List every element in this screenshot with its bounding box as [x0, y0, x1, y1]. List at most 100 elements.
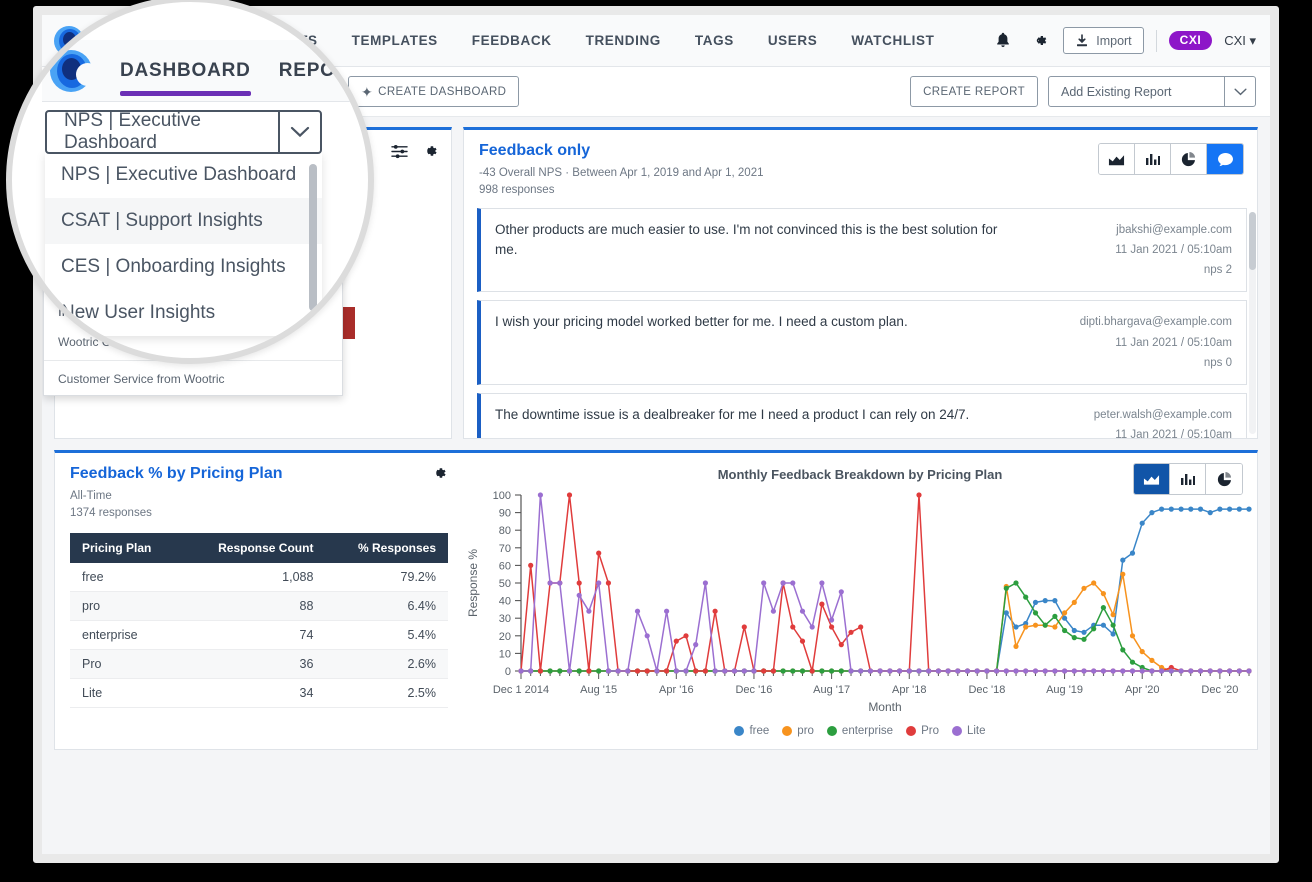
pricing-card-responses: 1374 responses [70, 507, 152, 520]
magnifier-lens: DASHBOARD REPO NPS | Executive Dashboard… [6, 0, 374, 364]
pricing-card-period: All-Time [70, 490, 112, 502]
chevron-down-icon[interactable] [1224, 77, 1255, 106]
svg-text:Response %: Response % [466, 549, 480, 617]
feedback-item-date: 11 Jan 2021 / 05:10am [1115, 336, 1232, 349]
dropdown-item-customer-service-wootric[interactable]: Customer Service from Wootric [44, 365, 342, 393]
feedback-list-item[interactable]: I wish your pricing model worked better … [477, 300, 1247, 385]
lens-nav-tab-dashboard[interactable]: DASHBOARD [120, 40, 251, 102]
bar-chart-icon[interactable] [1135, 144, 1171, 174]
lens-dropdown-item-nps-executive[interactable]: NPS | Executive Dashboard [45, 152, 322, 198]
feedback-item-email: peter.walsh@example.com [1093, 408, 1232, 421]
nps-card-tools [391, 143, 438, 159]
gear-icon[interactable] [422, 143, 438, 159]
nav-tab-tags[interactable]: TAGS [678, 15, 751, 67]
import-download-icon [1077, 33, 1088, 46]
col-pct-responses: % Responses [325, 532, 448, 563]
create-dashboard-button[interactable]: ✦ CREATE DASHBOARD [348, 76, 520, 107]
svg-text:Month: Month [868, 700, 901, 714]
legend-item-free[interactable]: free [734, 725, 769, 737]
nav-tab-watchlist[interactable]: WATCHLIST [834, 15, 951, 67]
table-row: pro 88 6.4% [70, 591, 448, 621]
svg-text:Apr '16: Apr '16 [659, 684, 694, 696]
lens-dropdown-item-ces-onboarding[interactable]: CES | Onboarding Insights [45, 244, 322, 290]
bell-icon[interactable] [991, 29, 1015, 53]
create-dashboard-label: CREATE DASHBOARD [378, 85, 507, 98]
feedback-item-email: dipti.bhargava@example.com [1079, 316, 1232, 329]
pricing-plan-card: Feedback % by Pricing Plan All-Time 1374… [54, 450, 1258, 750]
monthly-feedback-line-chart: 0 10 20 30 40 50 60 70 80 90 100 Response % Dec 1 20… [466, 490, 1252, 714]
nav-tab-users[interactable]: USERS [751, 15, 835, 67]
legend-item-pro[interactable]: pro [782, 725, 814, 737]
add-existing-report-value: Add Existing Report [1061, 84, 1172, 99]
legend-item-enterprise[interactable]: enterprise [826, 725, 893, 737]
svg-text:10: 10 [499, 648, 511, 660]
lens-nav-tab-reports[interactable]: REPO [279, 40, 336, 102]
svg-text:100: 100 [493, 490, 511, 502]
legend-item-lite[interactable]: Lite [951, 725, 986, 737]
feedback-item-text: I wish your pricing model worked better … [495, 314, 908, 330]
gear-icon[interactable] [431, 465, 447, 481]
feedback-item-meta: peter.walsh@example.com 11 Jan 2021 / 05… [1036, 405, 1232, 438]
feedback-view-switcher [1098, 143, 1244, 175]
legend-label: Pro [921, 725, 939, 737]
cell-pct: 79.2% [325, 562, 448, 592]
svg-text:Dec '18: Dec '18 [968, 684, 1005, 696]
feedback-item-email: jbakshi@example.com [1116, 224, 1232, 236]
legend-swatch [951, 726, 962, 736]
col-response-count: Response Count [182, 532, 326, 563]
legend-item-pro[interactable]: Pro [906, 725, 939, 737]
gear-icon[interactable] [1027, 29, 1051, 53]
lens-dropdown-item-new-user-insights[interactable]: New User Insights [45, 290, 322, 336]
nav-tab-feedback[interactable]: FEEDBACK [455, 15, 569, 67]
cell-count: 74 [182, 620, 326, 650]
legend-swatch [906, 726, 917, 736]
lens-dropdown-menu[interactable]: NPS | Executive Dashboard CSAT | Support… [45, 152, 322, 336]
chart-legend: free pro enterprise Pro Lite [463, 725, 1257, 737]
import-button[interactable]: Import [1063, 27, 1144, 54]
lens-dropdown-item-csat-support[interactable]: CSAT | Support Insights [45, 198, 322, 244]
feedback-item-meta: dipti.bhargava@example.com 11 Jan 2021 /… [1036, 312, 1232, 372]
feedback-list-item[interactable]: Other products are much easier to use. I… [477, 208, 1247, 293]
svg-text:60: 60 [499, 560, 511, 572]
feedback-item-date: 11 Jan 2021 / 05:10am [1115, 428, 1232, 438]
nav-tab-trending[interactable]: TRENDING [569, 15, 678, 67]
feedback-list-item[interactable]: The downtime issue is a dealbreaker for … [477, 392, 1247, 438]
pricing-plan-table: Pricing Plan Response Count % Responses … [70, 532, 448, 708]
feedback-list-scrollbar[interactable] [1249, 212, 1256, 434]
lens-dashboard-select[interactable]: NPS | Executive Dashboard [45, 110, 322, 154]
lens-dashboard-select-value: NPS | Executive Dashboard [64, 110, 201, 153]
create-report-button[interactable]: CREATE REPORT [910, 76, 1038, 107]
area-chart-icon[interactable] [1099, 144, 1135, 174]
table-row: free 1,088 79.2% [70, 562, 448, 592]
svg-text:Dec 1 2014: Dec 1 2014 [493, 684, 549, 696]
add-existing-report-select[interactable]: Add Existing Report [1048, 76, 1256, 107]
avatar[interactable]: CXI [1168, 31, 1213, 50]
legend-swatch [826, 726, 837, 736]
filter-sliders-icon[interactable] [391, 144, 408, 159]
lens-dropdown-scrollbar[interactable] [309, 164, 317, 311]
screenshot-root: DASHBOARD REPORTS TEMPLATES FEEDBACK TRE… [0, 0, 1312, 882]
feedback-list[interactable]: Other products are much easier to use. I… [477, 208, 1247, 438]
comment-icon[interactable] [1207, 144, 1243, 174]
lens-top-navigation: DASHBOARD REPO [42, 40, 368, 102]
svg-text:Dec '16: Dec '16 [735, 684, 772, 696]
pie-chart-icon[interactable] [1171, 144, 1207, 174]
feedback-view-button-group [1098, 143, 1244, 175]
cell-count: 1,088 [182, 562, 326, 592]
magnifier-lens-content: DASHBOARD REPO NPS | Executive Dashboard… [12, 2, 368, 358]
svg-text:30: 30 [499, 613, 511, 625]
nav-divider [1155, 29, 1157, 52]
nav-tab-trending-label: TRENDING [585, 33, 661, 48]
legend-label: Lite [966, 725, 986, 737]
cell-plan: free [70, 562, 183, 592]
cell-pct: 2.6% [325, 649, 448, 679]
cell-count: 36 [182, 649, 326, 679]
user-menu[interactable]: CXI ▾ [1224, 33, 1256, 49]
table-row: Pro 36 2.6% [70, 649, 448, 679]
pricing-plan-table-panel: Feedback % by Pricing Plan All-Time 1374… [55, 453, 463, 749]
nav-tab-users-label: USERS [767, 33, 818, 48]
feedback-item-text: The downtime issue is a dealbreaker for … [495, 406, 970, 422]
create-report-label: CREATE REPORT [923, 85, 1025, 98]
chevron-down-icon[interactable] [278, 112, 320, 152]
svg-text:90: 90 [499, 508, 511, 520]
